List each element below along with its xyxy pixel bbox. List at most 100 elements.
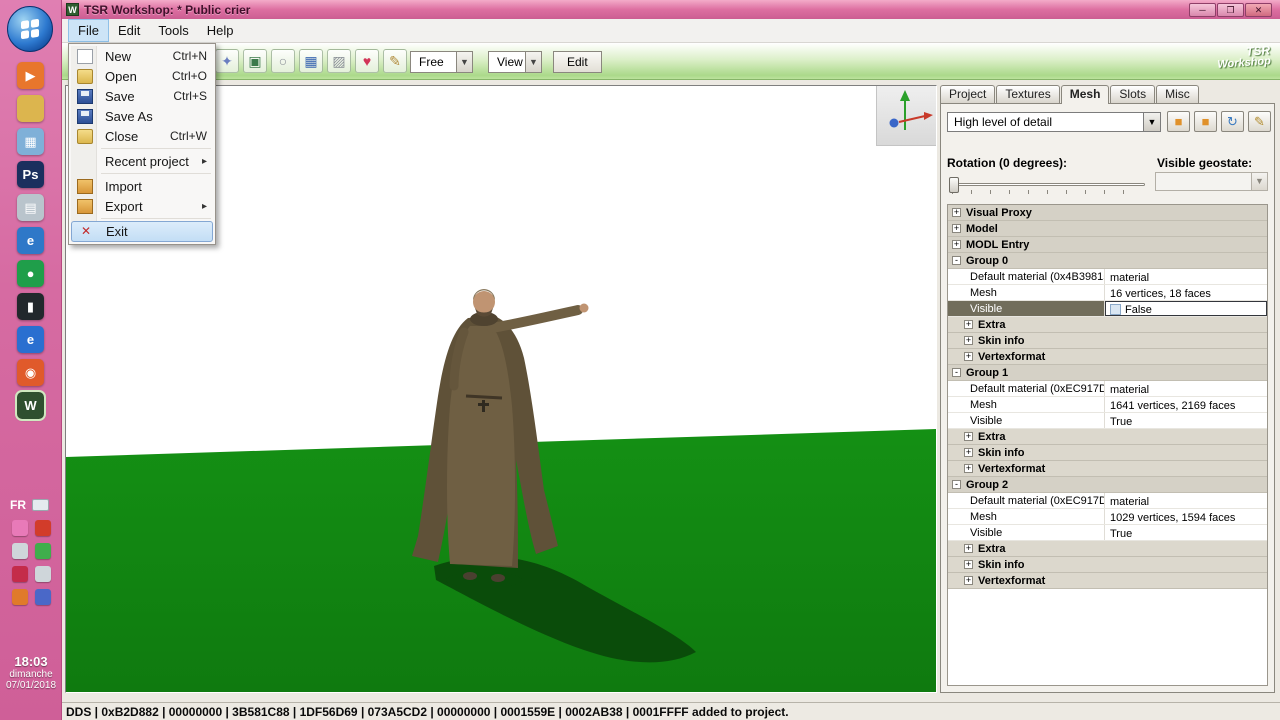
chevron-down-icon[interactable]: ▼ bbox=[1252, 172, 1268, 191]
rotation-slider[interactable] bbox=[949, 176, 1145, 196]
title-bar[interactable]: W TSR Workshop: * Public crier ─ ❐ ✕ bbox=[62, 0, 1280, 19]
prop-value[interactable]: 1641 vertices, 2169 faces bbox=[1105, 397, 1267, 412]
axis-gizmo[interactable] bbox=[876, 86, 936, 146]
app-gray-icon[interactable]: ▤ bbox=[17, 194, 44, 221]
free-mode-dropdown[interactable]: Free ▼ bbox=[410, 51, 473, 73]
heart-icon[interactable] bbox=[12, 566, 28, 582]
tree-group-vertexformat[interactable]: +Vertexformat bbox=[948, 349, 1267, 365]
tree-group-skin-info[interactable]: +Skin info bbox=[948, 445, 1267, 461]
tree-group-vertexformat[interactable]: +Vertexformat bbox=[948, 573, 1267, 589]
orange-tool-icon[interactable] bbox=[12, 589, 28, 605]
tree-prop-mesh[interactable]: Mesh16 vertices, 18 faces bbox=[948, 285, 1267, 301]
edit-pencil-button[interactable]: ✎ bbox=[1248, 111, 1271, 132]
lips-icon[interactable]: ♥ bbox=[355, 49, 379, 73]
flower-icon[interactable] bbox=[12, 520, 28, 536]
prop-value[interactable]: True bbox=[1105, 413, 1267, 428]
blue-e-icon[interactable]: e bbox=[17, 326, 44, 353]
refresh-button[interactable]: ↻ bbox=[1221, 111, 1244, 132]
tree-prop-visible[interactable]: VisibleTrue bbox=[948, 413, 1267, 429]
expand-icon[interactable]: + bbox=[952, 208, 961, 217]
photos-icon[interactable]: ▦ bbox=[17, 128, 44, 155]
photoshop-icon[interactable]: Ps bbox=[17, 161, 44, 188]
file-menu-exit[interactable]: Exit bbox=[71, 221, 213, 242]
visible-checkbox[interactable] bbox=[1110, 304, 1121, 315]
close-red-icon[interactable] bbox=[35, 520, 51, 536]
tab-mesh[interactable]: Mesh bbox=[1061, 85, 1110, 104]
file-menu-close[interactable]: CloseCtrl+W bbox=[71, 126, 213, 146]
tsr-workshop-icon[interactable]: W bbox=[17, 392, 44, 419]
image-icon[interactable]: ▨ bbox=[327, 49, 351, 73]
green-tool-icon[interactable] bbox=[35, 543, 51, 559]
file-menu-new[interactable]: NewCtrl+N bbox=[71, 46, 213, 66]
expand-icon[interactable]: + bbox=[964, 320, 973, 329]
prop-value[interactable]: 16 vertices, 18 faces bbox=[1105, 285, 1267, 300]
green-app-icon[interactable]: ● bbox=[17, 260, 44, 287]
cursor-icon[interactable] bbox=[12, 543, 28, 559]
file-menu-export[interactable]: Export▸ bbox=[71, 196, 213, 216]
expand-icon[interactable]: + bbox=[952, 240, 961, 249]
notes-icon[interactable] bbox=[35, 566, 51, 582]
tree-group-vertexformat[interactable]: +Vertexformat bbox=[948, 461, 1267, 477]
monitor-icon[interactable]: ▣ bbox=[243, 49, 267, 73]
pencil-icon[interactable]: ✎ bbox=[383, 49, 407, 73]
menu-edit[interactable]: Edit bbox=[109, 19, 149, 42]
expand-icon[interactable]: + bbox=[964, 544, 973, 553]
tab-project[interactable]: Project bbox=[940, 85, 995, 103]
internet-explorer-icon[interactable]: e bbox=[17, 227, 44, 254]
collapse-icon[interactable]: - bbox=[952, 368, 961, 377]
tree-group-model[interactable]: +Model bbox=[948, 221, 1267, 237]
tree-prop-mesh[interactable]: Mesh1029 vertices, 1594 faces bbox=[948, 509, 1267, 525]
tree-prop-default-material-0xec917d04[interactable]: Default material (0xEC917D04)material bbox=[948, 381, 1267, 397]
prop-value[interactable]: False bbox=[1105, 301, 1267, 316]
collapse-icon[interactable]: - bbox=[952, 480, 961, 489]
file-menu-open[interactable]: OpenCtrl+O bbox=[71, 66, 213, 86]
firefox-icon[interactable]: ◉ bbox=[17, 359, 44, 386]
expand-icon[interactable]: + bbox=[964, 448, 973, 457]
collapse-icon[interactable]: - bbox=[952, 256, 961, 265]
tree-prop-default-material-0x4b398151[interactable]: Default material (0x4B398151)material bbox=[948, 269, 1267, 285]
keyboard-icon[interactable] bbox=[32, 499, 49, 511]
tree-group-skin-info[interactable]: +Skin info bbox=[948, 333, 1267, 349]
menu-help[interactable]: Help bbox=[198, 19, 243, 42]
tree-group-extra[interactable]: +Extra bbox=[948, 541, 1267, 557]
file-menu-save-as[interactable]: Save As bbox=[71, 106, 213, 126]
tab-misc[interactable]: Misc bbox=[1156, 85, 1199, 103]
expand-icon[interactable]: + bbox=[964, 560, 973, 569]
expand-icon[interactable]: + bbox=[964, 352, 973, 361]
prop-value[interactable]: 1029 vertices, 1594 faces bbox=[1105, 509, 1267, 524]
grid-icon[interactable]: ▦ bbox=[299, 49, 323, 73]
tree-group-extra[interactable]: +Extra bbox=[948, 429, 1267, 445]
file-menu-save[interactable]: SaveCtrl+S bbox=[71, 86, 213, 106]
tree-group-group-0[interactable]: -Group 0 bbox=[948, 253, 1267, 269]
calc-icon[interactable] bbox=[35, 589, 51, 605]
prop-value[interactable]: True bbox=[1105, 525, 1267, 540]
expand-icon[interactable]: + bbox=[964, 464, 973, 473]
menu-file[interactable]: File bbox=[68, 19, 109, 42]
terminal-icon[interactable]: ▮ bbox=[17, 293, 44, 320]
tree-group-modl-entry[interactable]: +MODL Entry bbox=[948, 237, 1267, 253]
menu-tools[interactable]: Tools bbox=[149, 19, 197, 42]
tree-prop-visible[interactable]: VisibleTrue bbox=[948, 525, 1267, 541]
chevron-down-icon[interactable]: ▼ bbox=[526, 51, 542, 73]
tab-textures[interactable]: Textures bbox=[996, 85, 1059, 103]
tree-group-visual-proxy[interactable]: +Visual Proxy bbox=[948, 205, 1267, 221]
tree-prop-mesh[interactable]: Mesh1641 vertices, 2169 faces bbox=[948, 397, 1267, 413]
material-cube-button[interactable]: ■ bbox=[1167, 111, 1190, 132]
lod-dropdown[interactable]: High level of detail ▼ bbox=[947, 112, 1161, 132]
compass-icon[interactable]: ✦ bbox=[215, 49, 239, 73]
view-dropdown[interactable]: View ▼ bbox=[488, 51, 542, 73]
tree-prop-visible[interactable]: VisibleFalse bbox=[948, 301, 1267, 317]
tree-group-group-1[interactable]: -Group 1 bbox=[948, 365, 1267, 381]
expand-icon[interactable]: + bbox=[964, 336, 973, 345]
tree-group-skin-info[interactable]: +Skin info bbox=[948, 557, 1267, 573]
expand-icon[interactable]: + bbox=[952, 224, 961, 233]
expand-icon[interactable]: + bbox=[964, 432, 973, 441]
tab-slots[interactable]: Slots bbox=[1110, 85, 1155, 103]
sphere-icon[interactable]: ○ bbox=[271, 49, 295, 73]
slider-thumb[interactable] bbox=[949, 177, 959, 193]
media-player-icon[interactable]: ▶ bbox=[17, 62, 44, 89]
chevron-down-icon[interactable]: ▼ bbox=[1144, 112, 1161, 132]
tree-group-group-2[interactable]: -Group 2 bbox=[948, 477, 1267, 493]
prop-value[interactable]: material bbox=[1105, 269, 1267, 284]
minimize-button[interactable]: ─ bbox=[1189, 3, 1216, 17]
